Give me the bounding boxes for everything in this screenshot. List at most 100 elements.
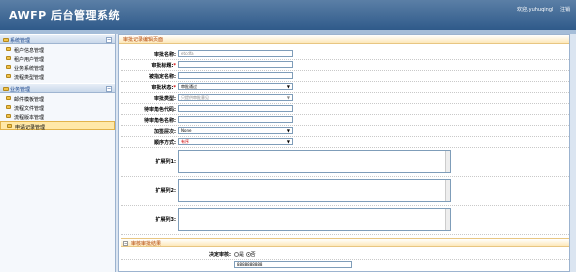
sidebar-item-label: 申请记录管理 [15, 125, 46, 131]
row-order: 顺序方式: 有序 ▼ [121, 137, 569, 148]
logout-link[interactable]: 注销 [560, 7, 570, 13]
ext3-textarea[interactable] [178, 208, 451, 231]
sidebar-item-label: 租户用户管理 [14, 57, 45, 63]
folder-icon [6, 47, 11, 51]
app-header: AWFP 后台管理系统 欢迎,yuhuqingl 注销 [0, 0, 576, 30]
collapse-icon[interactable]: − [106, 37, 112, 43]
field-label: 审批名称: [154, 52, 176, 58]
dropdown-arrow-icon: ▼ [286, 128, 290, 133]
next-input[interactable]: 8888888888 [234, 261, 352, 268]
label-text: 审批标题: [151, 63, 174, 69]
row-status: 审批状态:* 审批通过 ▼ [121, 82, 569, 93]
field-label: 扩展列2: [155, 188, 176, 194]
field-label: 扩展列3: [155, 217, 176, 223]
ext2-textarea[interactable] [178, 179, 451, 202]
sidebar-item-label: 租户信息管理 [14, 48, 45, 54]
field-label: 审批标题:* [121, 62, 176, 69]
sidebar-group-system[interactable]: 系统管理 − [0, 34, 115, 44]
sidebar-item-mail-template[interactable]: 邮件模板管理 [0, 94, 115, 103]
field-label: 扩展列1: [155, 159, 176, 165]
collapse-icon[interactable]: − [106, 86, 112, 92]
row-add-level: 加签层次: None ▼ [121, 126, 569, 137]
row-role-code: 待审角色代码: [121, 104, 569, 115]
scrollbar[interactable] [445, 209, 450, 230]
collapse-icon[interactable]: − [123, 241, 128, 246]
sidebar-item-label: 邮件模板管理 [14, 97, 45, 103]
status-select[interactable]: 审批通过 ▼ [178, 83, 293, 90]
result-section-header[interactable]: − 审核审批结果 [121, 238, 569, 247]
dropdown-arrow-icon: ▼ [286, 95, 290, 100]
row-title: 审批标题:* [121, 60, 569, 71]
row-ext2: 扩展列2: [121, 177, 569, 206]
field-label: 审批状态:* [121, 84, 176, 91]
sidebar-item-business-system[interactable]: 业务系统管理 [0, 63, 115, 72]
row-decide: 决定审核: 是 否 [121, 249, 569, 260]
radio-label: 是 [239, 252, 245, 258]
page-header: 审批记录编辑页面 [119, 35, 569, 44]
row-ext3: 扩展列3: [121, 206, 569, 235]
user-area: 欢迎,yuhuqingl 注销 [512, 6, 570, 13]
folder-icon [7, 124, 12, 128]
field-label: 加签层次: [154, 129, 176, 135]
folder-icon [6, 65, 11, 69]
sidebar-item-flow-type[interactable]: 流程类型管理 [0, 72, 115, 81]
scrollbar[interactable] [445, 180, 450, 201]
sidebar-item-flow-version[interactable]: 流程版本管理 [0, 112, 115, 121]
role-code-input[interactable] [178, 105, 293, 112]
select-value: 有序 [181, 139, 189, 144]
sidebar-item-flow-file[interactable]: 流程文件管理 [0, 103, 115, 112]
dropdown-arrow-icon: ▼ [286, 84, 290, 89]
row-ext1: 扩展列1: [121, 148, 569, 177]
sidebar-item-label: 流程文件管理 [14, 106, 45, 112]
field-label: 审批类型: [154, 96, 176, 102]
ext1-textarea[interactable] [178, 150, 451, 173]
label-text: 审批状态: [151, 85, 174, 91]
sidebar-item-label: 流程类型管理 [14, 75, 45, 81]
sidebar-item-label: 业务系统管理 [14, 66, 45, 72]
sidebar-group-business[interactable]: 业务管理 − [0, 83, 115, 93]
sidebar: 系统管理 − 租户信息管理 租户用户管理 业务系统管理 流程类型管理 业务管理 … [0, 34, 116, 272]
required-mark: * [173, 85, 176, 91]
field-label: 顺序方式: [154, 140, 176, 146]
folder-icon [6, 96, 11, 100]
required-mark: * [173, 63, 176, 69]
main-panel: 审批记录编辑页面 审批名称: etcdfa 审批标题:* 被指定名称: 审批状态… [118, 34, 570, 272]
folder-icon [6, 114, 11, 118]
row-next: 8888888888 [121, 260, 569, 272]
page-title: 审批记录编辑页面 [123, 37, 164, 43]
sidebar-item-tenant-info[interactable]: 租户信息管理 [0, 45, 115, 54]
row-type: 审批类型: 只提供审批意见 ▼ [121, 93, 569, 104]
folder-icon [3, 87, 9, 91]
row-role-name: 待审角色名称: [121, 115, 569, 126]
type-select[interactable]: 只提供审批意见 ▼ [178, 94, 293, 101]
radio-label: 否 [250, 252, 256, 258]
sidebar-group-title: 系统管理 [10, 38, 31, 44]
field-label: 待审角色名称: [143, 118, 176, 124]
welcome-text: 欢迎,yuhuqingl [517, 7, 554, 13]
sidebar-item-tenant-user[interactable]: 租户用户管理 [0, 54, 115, 63]
row-name: 审批名称: etcdfa [121, 49, 569, 60]
select-value: 只提供审批意见 [181, 95, 209, 100]
folder-icon [6, 56, 11, 60]
scrollbar[interactable] [445, 151, 450, 172]
field-label: 被指定名称: [148, 74, 176, 80]
add-level-select[interactable]: None ▼ [178, 127, 293, 134]
sidebar-item-application-record[interactable]: 申请记录管理 [0, 121, 115, 131]
order-select[interactable]: 有序 ▼ [178, 138, 293, 145]
folder-icon [6, 74, 11, 78]
field-label: 待审角色代码: [143, 107, 176, 113]
section-title: 审核审批结果 [131, 241, 162, 247]
sidebar-group-title: 业务管理 [10, 87, 31, 93]
name-input[interactable]: etcdfa [178, 50, 293, 57]
select-value: 审批通过 [181, 84, 197, 89]
page-scrollbar[interactable] [570, 34, 576, 272]
role-name-input[interactable] [178, 116, 293, 123]
initiator-input[interactable] [178, 72, 293, 79]
title-input[interactable] [178, 61, 293, 68]
folder-icon [6, 105, 11, 109]
sidebar-item-label: 流程版本管理 [14, 115, 45, 121]
select-value: None [181, 128, 192, 133]
row-initiator: 被指定名称: [121, 71, 569, 82]
folder-icon [3, 38, 9, 42]
dropdown-arrow-icon: ▼ [286, 139, 290, 144]
